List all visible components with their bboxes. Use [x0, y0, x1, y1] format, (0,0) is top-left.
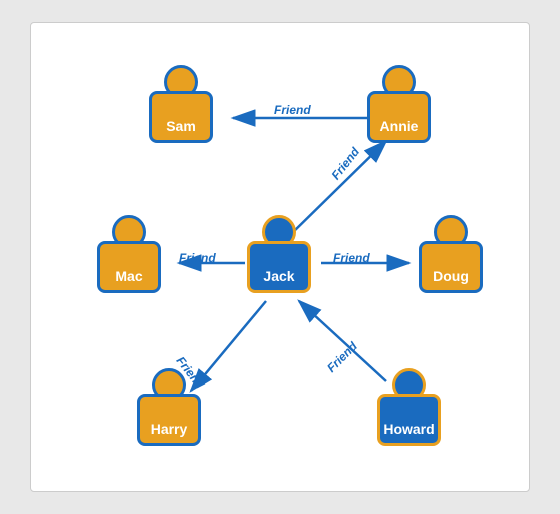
node-harry: Harry — [129, 368, 209, 446]
body-howard: Howard — [377, 394, 441, 446]
label-mac: Mac — [100, 268, 158, 284]
label-jack: Jack — [250, 268, 308, 284]
node-annie: Annie — [359, 65, 439, 143]
node-doug: Doug — [411, 215, 491, 293]
body-sam: Sam — [149, 91, 213, 143]
node-jack: Jack — [239, 215, 319, 293]
icon-jack: Jack — [243, 215, 315, 293]
label-doug: Doug — [422, 268, 480, 284]
diagram-container: Friend Friend Friend Friend Friend Frien… — [30, 22, 530, 492]
label-jack-mac: Friend — [179, 251, 216, 265]
icon-howard: Howard — [373, 368, 445, 446]
label-howard-jack: Friend — [324, 339, 360, 375]
body-harry: Harry — [137, 394, 201, 446]
label-jack-annie: Friend — [328, 145, 362, 183]
label-annie-sam: Friend — [274, 103, 311, 117]
label-howard: Howard — [380, 421, 438, 437]
label-jack-doug: Friend — [333, 251, 370, 265]
label-annie: Annie — [370, 118, 428, 134]
icon-mac: Mac — [93, 215, 165, 293]
icon-sam: Sam — [145, 65, 217, 143]
node-mac: Mac — [89, 215, 169, 293]
icon-harry: Harry — [133, 368, 205, 446]
node-howard: Howard — [369, 368, 449, 446]
label-sam: Sam — [152, 118, 210, 134]
icon-annie: Annie — [363, 65, 435, 143]
body-mac: Mac — [97, 241, 161, 293]
body-annie: Annie — [367, 91, 431, 143]
body-doug: Doug — [419, 241, 483, 293]
icon-doug: Doug — [415, 215, 487, 293]
node-sam: Sam — [141, 65, 221, 143]
label-harry: Harry — [140, 421, 198, 437]
body-jack: Jack — [247, 241, 311, 293]
